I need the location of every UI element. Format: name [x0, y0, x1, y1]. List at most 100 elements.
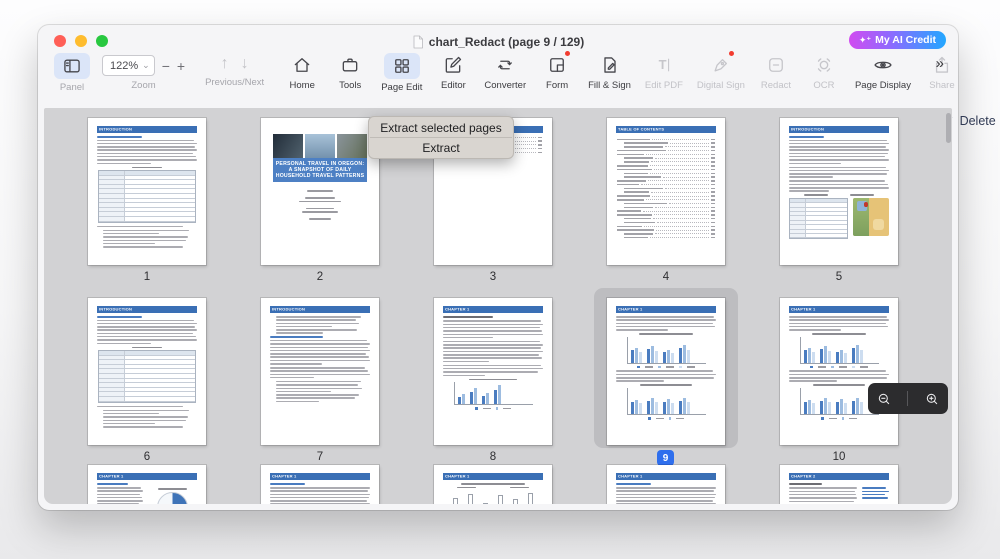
- convert-icon: [498, 60, 513, 70]
- app-window: chart_Redact (page 9 / 129) Panel 122% ⌄: [38, 25, 996, 510]
- extract-dropdown-menu: Extract selected pages Extract: [368, 116, 514, 159]
- prev-next-label: Previous/Next: [205, 77, 265, 88]
- toolbar-item-label: OCR: [813, 80, 835, 91]
- magnifier-minus-icon[interactable]: [876, 391, 892, 407]
- toolbar-item-label: Digital Sign: [696, 80, 745, 91]
- toolbar-item-editor[interactable]: Editor: [436, 53, 470, 93]
- page-thumbnail-5[interactable]: INTRODUCTION: [780, 118, 898, 265]
- titlebar: chart_Redact (page 9 / 129): [38, 25, 958, 55]
- zoom-value: 122%: [110, 59, 139, 72]
- traffic-lights: [54, 35, 108, 47]
- toolbar-item-label: Editor: [440, 80, 466, 91]
- svg-text:T: T: [658, 57, 666, 72]
- toolbar-item-edit-pdf: T Edit PDF: [645, 53, 683, 93]
- magnifier-plus-icon[interactable]: [924, 391, 940, 407]
- page-number-label: 3: [489, 271, 497, 283]
- my-ai-credit-button[interactable]: ✦⁺ My AI Credit: [848, 31, 946, 49]
- zoom-group: 122% ⌄ − + Zoom: [102, 53, 185, 91]
- minimize-button[interactable]: [75, 35, 87, 47]
- toolbar-item-label: Page Edit: [381, 82, 423, 93]
- desktop-background: chart_Redact (page 9 / 129) Panel 122% ⌄: [0, 0, 1000, 559]
- home-icon: [294, 58, 310, 72]
- zoom-in-button[interactable]: +: [177, 58, 185, 74]
- page-number-label: 2: [316, 271, 324, 283]
- toolbar-item-page-display[interactable]: Page Display: [855, 53, 911, 93]
- zoom-out-button[interactable]: −: [162, 58, 170, 74]
- toolbar-item-label: Home: [289, 80, 315, 91]
- page-thumbnail-14[interactable]: CHAPTER 1: [607, 465, 725, 504]
- toolbar-item-label: Share: [929, 80, 955, 91]
- zoom-level-select[interactable]: 122% ⌄: [102, 55, 155, 76]
- toolbar-item-label: Tools: [339, 80, 362, 91]
- chevron-down-icon: ⌄: [142, 60, 150, 70]
- page-number-label: 5: [835, 271, 843, 283]
- page-thumbnail-8[interactable]: CHAPTER 1: [434, 298, 552, 445]
- page-thumbnail-15[interactable]: CHAPTER 2: [780, 465, 898, 504]
- grid-icon: [394, 59, 409, 73]
- page-number-badge: 9: [657, 450, 674, 466]
- scrollbar-thumb[interactable]: [946, 113, 951, 143]
- my-ai-credit-label: My AI Credit: [875, 34, 936, 46]
- page-thumbnail-9[interactable]: CHAPTER 1: [607, 298, 725, 445]
- page-thumbnail-13[interactable]: CHAPTER 1: [434, 465, 552, 504]
- page-thumbnail-4[interactable]: TABLE OF CONTENTS: [607, 118, 725, 265]
- pen-nib-icon: [714, 59, 727, 72]
- toolbar-item-tools[interactable]: Tools: [333, 53, 367, 93]
- zoom-window-button[interactable]: [96, 35, 108, 47]
- pencil-square-icon: [446, 56, 462, 73]
- thumbnail-zoom-overlay: [868, 383, 948, 414]
- next-page-button[interactable]: ↓: [241, 55, 249, 73]
- overlay-divider: [907, 391, 909, 406]
- panel-group[interactable]: Panel: [54, 53, 90, 93]
- page-thumbnail-6[interactable]: INTRODUCTION: [88, 298, 206, 445]
- prev-next-group: ↑ ↓ Previous/Next: [205, 53, 264, 88]
- fill-sign-icon: [603, 57, 616, 73]
- toolbar-item-redact: Redact: [759, 53, 793, 93]
- toolbar-item-label: Edit PDF: [644, 80, 683, 91]
- page-number-label: 7: [316, 451, 324, 463]
- panel-icon[interactable]: [54, 53, 90, 79]
- toolbar-item-ocr: OCR: [807, 53, 841, 93]
- form-icon: [550, 58, 565, 72]
- notification-dot: [565, 51, 571, 56]
- page-number-label: 6: [143, 451, 151, 463]
- toolbar-item-form[interactable]: Form: [540, 51, 574, 93]
- redact-icon: [769, 58, 783, 72]
- page-thumbnail-12[interactable]: CHAPTER 1: [261, 465, 379, 504]
- zoom-label: Zoom: [131, 80, 156, 91]
- toolbar-item-label: Converter: [484, 80, 527, 91]
- window-title-area: chart_Redact (page 9 / 129): [412, 35, 584, 49]
- menu-item-extract-selected-pages[interactable]: Extract selected pages: [369, 118, 513, 137]
- page-thumbnail-2[interactable]: PERSONAL TRAVEL IN OREGON: A SNAPSHOT OF …: [261, 118, 379, 265]
- close-button[interactable]: [54, 35, 66, 47]
- page-thumbnail-1[interactable]: INTRODUCTION: [88, 118, 206, 265]
- toolbar-item-page-edit[interactable]: Page Edit: [381, 53, 422, 93]
- window-title: chart_Redact (page 9 / 129): [428, 35, 585, 49]
- page-number-label: 8: [489, 451, 497, 463]
- toolbar-item-label: Redact: [760, 80, 792, 91]
- previous-page-button[interactable]: ↑: [221, 55, 229, 73]
- more-tools-chevron[interactable]: »: [936, 55, 944, 72]
- notification-dot: [728, 51, 734, 56]
- main-toolbar: Panel 122% ⌄ − + Zoom ↑ ↓ Previous/Next …: [48, 51, 955, 105]
- toolbar-item-digital-sign: Digital Sign: [696, 51, 745, 93]
- page-thumbnail-7[interactable]: INTRODUCTION: [261, 298, 379, 445]
- toolbar-item-label: Fill & Sign: [588, 80, 631, 91]
- toolbar-item-home[interactable]: Home: [285, 53, 319, 93]
- ocr-icon: [817, 58, 831, 72]
- page-thumbnail-11[interactable]: CHAPTER 1: [88, 465, 206, 504]
- thumbnail-grid[interactable]: INTRODUCTION 1 PERSONAL TRAVEL IN OREGON: A…: [44, 108, 952, 504]
- toolbar-items: Home Tools Page Edit Editor Converter Fo…: [278, 51, 966, 93]
- toolbar-item-converter[interactable]: Converter: [484, 53, 526, 93]
- sparkle-icon: ✦⁺: [858, 34, 872, 45]
- page-thumbnail-10[interactable]: CHAPTER 1: [780, 298, 898, 445]
- toolbar-item-fill-sign[interactable]: Fill & Sign: [588, 53, 631, 93]
- briefcase-icon: [342, 58, 358, 72]
- page-number-label: 1: [143, 271, 151, 283]
- menu-item-extract[interactable]: Extract: [369, 138, 513, 157]
- document-icon: [413, 35, 423, 49]
- page-number-label: 10: [832, 451, 846, 463]
- page-number-label: 4: [662, 271, 670, 283]
- toolbar-item-label: Page Display: [854, 80, 911, 91]
- toolbar-item-label: Form: [546, 80, 569, 91]
